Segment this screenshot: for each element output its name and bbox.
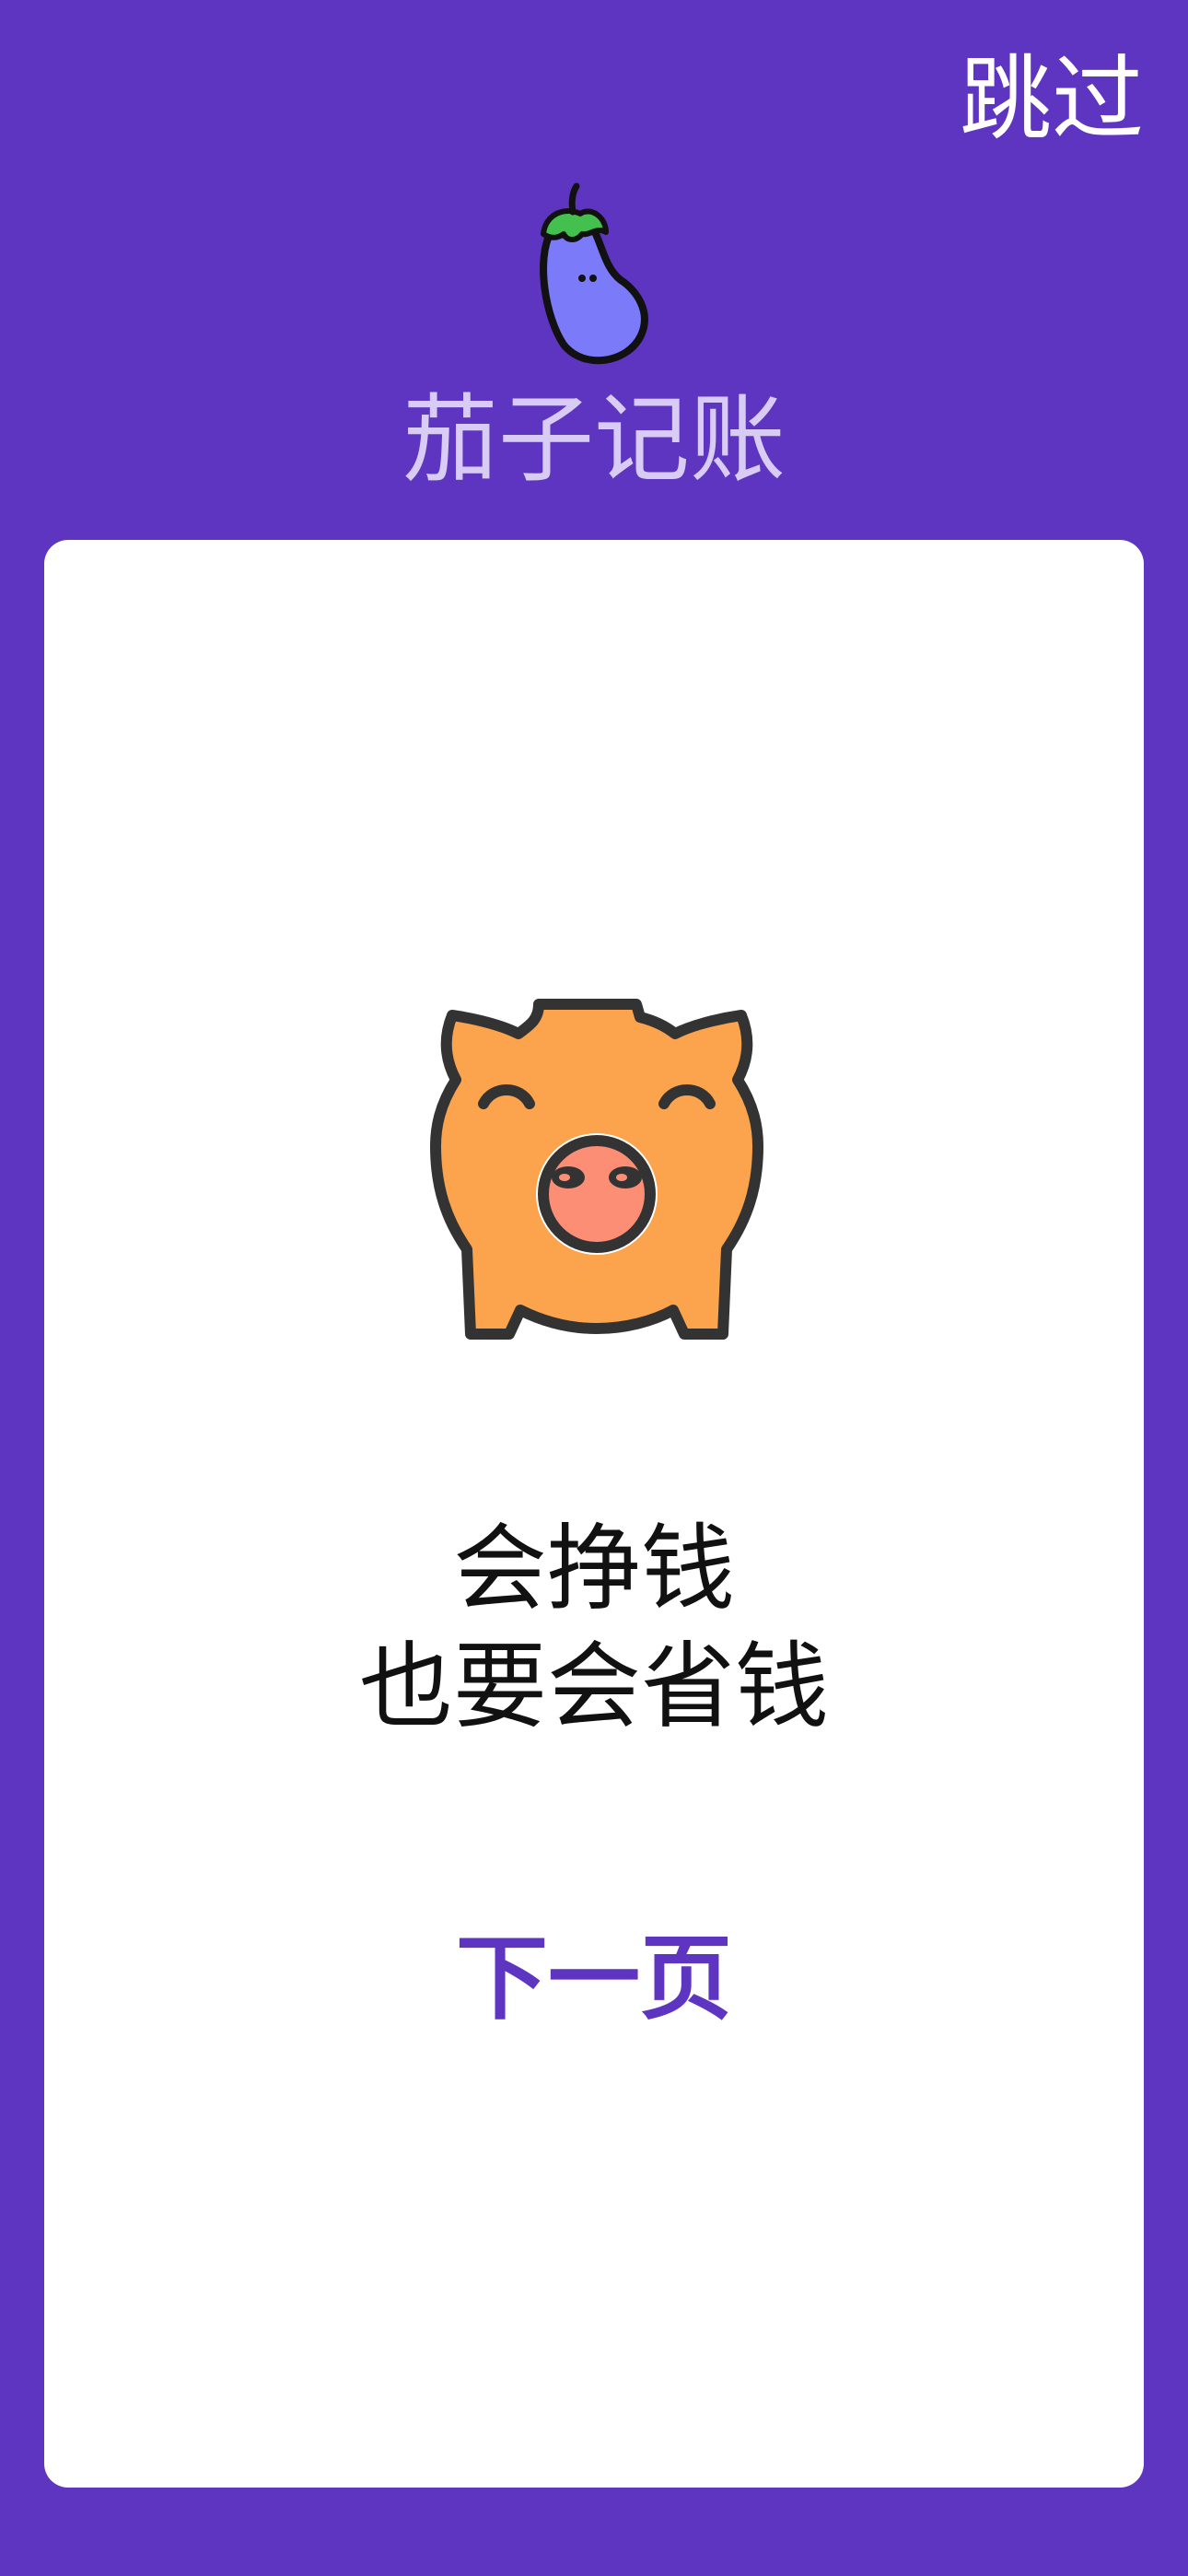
- slogan-line-1: 会挣钱: [453, 1515, 735, 1624]
- skip-button[interactable]: 跳过: [960, 53, 1144, 146]
- slogan-line-2: 也要会省钱: [359, 1633, 829, 1742]
- onboarding-card: 会挣钱 也要会省钱 下一页: [44, 540, 1144, 2488]
- next-page-button[interactable]: 下一页: [44, 1933, 1144, 2025]
- piggy-bank-icon: [430, 999, 763, 1340]
- app-title: 茄子记账: [402, 383, 786, 496]
- eggplant-icon: [540, 182, 648, 365]
